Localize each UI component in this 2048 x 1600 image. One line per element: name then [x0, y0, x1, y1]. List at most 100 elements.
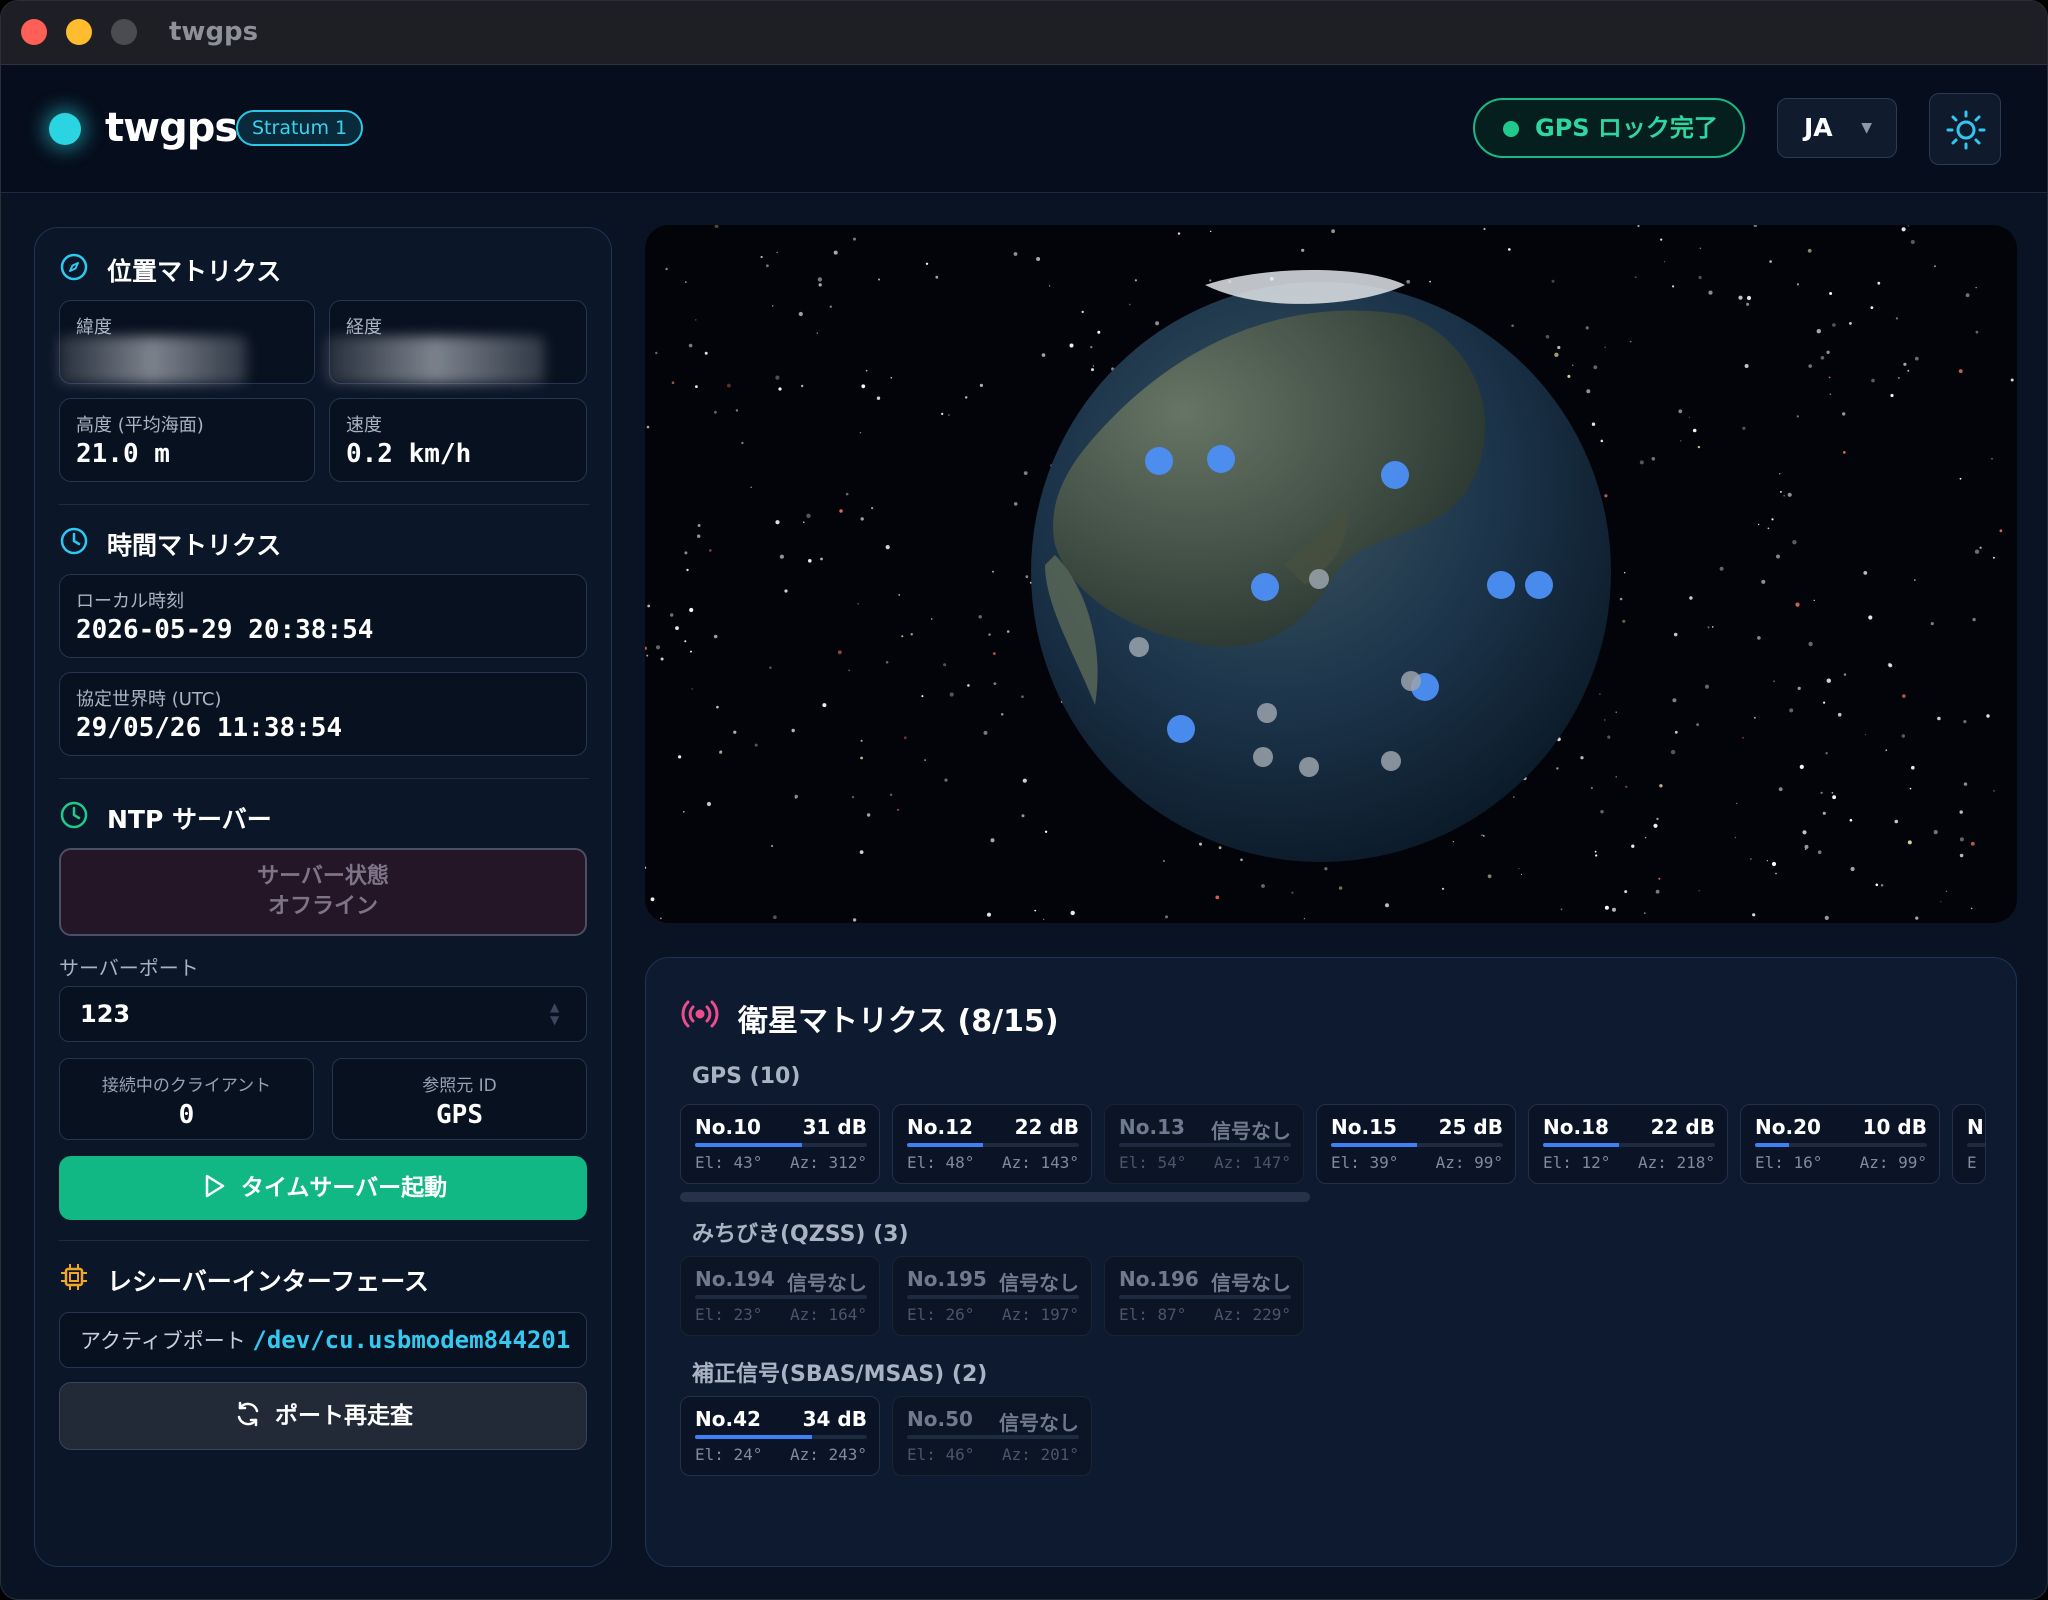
- server-port-value: 123: [80, 1000, 131, 1028]
- satellite-number: No.20: [1755, 1115, 1821, 1139]
- satellite-azimuth: Az: 243°: [789, 1445, 867, 1464]
- compass-icon: [60, 253, 88, 281]
- window-title: twgps: [169, 17, 259, 47]
- refresh-icon: [237, 1401, 259, 1427]
- rescan-ports-button[interactable]: ポート再走査: [59, 1382, 587, 1450]
- satellite-card: No.15 25 dB El: 39° Az: 99°: [1316, 1104, 1516, 1184]
- satellite-number: No.42: [695, 1407, 761, 1431]
- satellite-signal: 22 dB: [1650, 1115, 1715, 1139]
- sun-icon: [1946, 110, 1986, 150]
- signal-strength-bar: [1119, 1295, 1291, 1299]
- satellite-signal: 22 dB: [1014, 1115, 1079, 1139]
- satellite-group-title: GPS (10): [692, 1064, 801, 1089]
- time-title: 時間マトリクス: [107, 531, 282, 560]
- satellite-elevation: El: 23°: [695, 1305, 763, 1324]
- satellite-elevation: El: 46°: [907, 1445, 975, 1464]
- signal-strength-fill: [907, 1143, 983, 1147]
- clients-label: 接続中のクライアント: [101, 1076, 272, 1096]
- speed-card: 速度 0.2 km/h: [329, 398, 587, 482]
- satellite-card: No.195 信号なし El: 26° Az: 197°: [892, 1256, 1092, 1336]
- signal-strength-bar: [1967, 1143, 1985, 1147]
- refid-label: 参照元 ID: [422, 1076, 497, 1096]
- satellite-signal: 34 dB: [802, 1407, 867, 1431]
- satellite-azimuth: Az: 201°: [1001, 1445, 1079, 1464]
- satellite-elevation: El: 39°: [1331, 1153, 1399, 1172]
- satellite-signal: 信号なし: [787, 1271, 867, 1295]
- clients-value: 0: [178, 1100, 195, 1130]
- local-time-label: ローカル時刻: [76, 591, 184, 612]
- start-timeserver-label: タイムサーバー起動: [240, 1175, 448, 1201]
- latitude-redacted: [57, 336, 247, 384]
- utc-time-value: 29/05/26 11:38:54: [76, 713, 343, 743]
- satellite-card: No.18 22 dB El: 12° Az: 218°: [1528, 1104, 1728, 1184]
- satellite-card: No.20 10 dB El: 16° Az: 99°: [1740, 1104, 1940, 1184]
- language-select[interactable]: JA ▼: [1777, 98, 1897, 158]
- satellite-panel: 衛星マトリクス (8/15) GPS (10) No.10 31 dB El: 43°…: [645, 957, 2017, 1567]
- receiver-title: レシーバーインターフェース: [107, 1267, 430, 1296]
- satellite-marker-active: [1207, 445, 1235, 473]
- server-status-value: オフライン: [267, 894, 378, 919]
- divider: [59, 504, 589, 505]
- stratum-badge: Stratum 1: [236, 110, 364, 146]
- gps-status-pill: GPS ロック完了: [1473, 98, 1745, 158]
- server-status-label: サーバー状態: [257, 864, 389, 889]
- minimize-window-button[interactable]: [66, 19, 92, 45]
- status-dot-icon: [1503, 121, 1519, 137]
- clients-stat: 接続中のクライアント 0: [59, 1058, 314, 1140]
- theme-toggle-button[interactable]: [1929, 93, 2001, 165]
- start-timeserver-button[interactable]: タイムサーバー起動: [59, 1156, 587, 1220]
- active-port-field: アクティブポート /dev/cu.usbmodem844201: [59, 1312, 587, 1368]
- satellite-elevation: E: [1967, 1153, 1977, 1172]
- signal-strength-fill: [695, 1435, 812, 1439]
- signal-strength-fill: [1543, 1143, 1619, 1147]
- satellite-number: No.18: [1543, 1115, 1609, 1139]
- satellite-card: No.10 31 dB El: 43° Az: 312°: [680, 1104, 880, 1184]
- satellite-marker-active: [1525, 571, 1553, 599]
- gps-status-text: GPS ロック完了: [1535, 114, 1718, 142]
- satellite-number: No.15: [1331, 1115, 1397, 1139]
- satellite-marker-active: [1251, 573, 1279, 601]
- satellite-card: No.12 22 dB El: 48° Az: 143°: [892, 1104, 1092, 1184]
- logo-dot-icon: [49, 113, 81, 145]
- divider: [59, 1240, 589, 1241]
- signal-broadcast-icon: [681, 1000, 719, 1028]
- signal-strength-bar: [1755, 1143, 1927, 1147]
- satellite-card: No.42 34 dB El: 24° Az: 243°: [680, 1396, 880, 1476]
- satellite-marker-inactive: [1253, 747, 1273, 767]
- zoom-window-button[interactable]: [111, 19, 137, 45]
- satellite-elevation: El: 87°: [1119, 1305, 1187, 1324]
- app-window: twgps twgps Stratum 1 GPS ロック完了 JA ▼ 位置マ…: [0, 0, 2048, 1600]
- title-bar: twgps: [1, 1, 2047, 65]
- signal-strength-bar: [695, 1295, 867, 1299]
- satellite-signal: 信号なし: [1211, 1119, 1291, 1143]
- server-port-input[interactable]: 123 ▲ ▼: [59, 986, 587, 1042]
- stepper-icon[interactable]: ▲ ▼: [550, 1001, 564, 1027]
- satellite-azimuth: Az: 147°: [1213, 1153, 1291, 1172]
- satellite-card: NE: [1952, 1104, 1986, 1184]
- satellite-group-title: みちびき(QZSS) (3): [692, 1222, 909, 1247]
- satellite-elevation: El: 43°: [695, 1153, 763, 1172]
- satellite-signal: 信号なし: [999, 1271, 1079, 1295]
- refid-stat: 参照元 ID GPS: [332, 1058, 587, 1140]
- signal-strength-fill: [695, 1143, 802, 1147]
- close-window-button[interactable]: [21, 19, 47, 45]
- signal-strength-bar: [1119, 1143, 1291, 1147]
- horizontal-scrollbar[interactable]: [680, 1192, 1310, 1202]
- satellite-azimuth: Az: 164°: [789, 1305, 867, 1324]
- rescan-ports-label: ポート再走査: [275, 1403, 413, 1429]
- satellite-marker-active: [1167, 715, 1195, 743]
- globe-view[interactable]: [645, 225, 2017, 923]
- satellite-number: No.10: [695, 1115, 761, 1139]
- satellite-azimuth: Az: 99°: [1859, 1153, 1927, 1172]
- satellite-card: No.50 信号なし El: 46° Az: 201°: [892, 1396, 1092, 1476]
- satellite-azimuth: Az: 218°: [1637, 1153, 1715, 1172]
- satellite-group-title: 補正信号(SBAS/MSAS) (2): [692, 1362, 988, 1387]
- satellite-number: No.195: [907, 1267, 987, 1291]
- satellite-elevation: El: 16°: [1755, 1153, 1823, 1172]
- app-header: twgps Stratum 1 GPS ロック完了 JA ▼: [1, 65, 2047, 193]
- clock-icon: [60, 527, 88, 555]
- satellite-signal: 信号なし: [999, 1411, 1079, 1435]
- satellite-marker-inactive: [1381, 751, 1401, 771]
- satellite-marker-active: [1487, 571, 1515, 599]
- signal-strength-fill: [1331, 1143, 1417, 1147]
